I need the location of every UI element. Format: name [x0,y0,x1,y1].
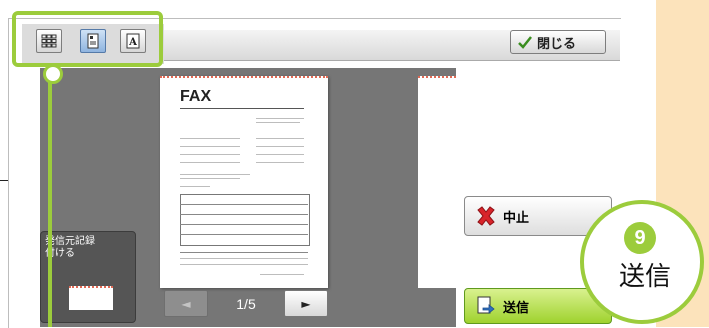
document-line [180,264,308,265]
document-line [180,214,308,215]
next-page-button[interactable]: ► [284,290,328,317]
document-table [180,194,310,246]
document-line [180,204,308,205]
document-line [180,162,240,163]
document-line [180,234,308,235]
document-line [256,138,304,139]
document-line [260,274,304,275]
page-navigation: ◄ 1/5 ► [160,290,330,320]
sender-record-thumbnail [69,286,113,310]
page-border-marker [160,76,328,78]
document-line [256,146,304,147]
document-line [180,174,250,175]
close-button[interactable]: 閉じる [510,30,606,54]
sender-record-label: 発信元記録 付ける [45,236,95,259]
step-label: 送信 [618,262,671,292]
prev-page-button[interactable]: ◄ [164,290,208,317]
triangle-right-icon: ► [301,296,311,311]
document-line [256,118,304,119]
check-icon [518,36,532,49]
step-number-badge: 9 [624,222,656,254]
send-label: 送信 [503,300,530,316]
send-doc-icon [477,296,495,314]
callout-pointer-line [48,82,52,327]
preview-page[interactable]: FAX [160,76,328,288]
callout-dot [43,64,63,84]
document-line [180,178,240,179]
document-line [180,138,240,139]
document-line [256,122,300,123]
document-rule [180,108,304,109]
document-line [180,146,240,147]
document-title: FAX [180,88,212,105]
sender-record-panel[interactable]: 発信元記録 付ける [40,231,136,323]
page-indicator: 1/5 [236,296,256,312]
triangle-left-icon: ◄ [181,296,191,311]
document-line [180,186,210,187]
document-line [180,252,308,253]
document-line [180,154,240,155]
document-line [256,162,304,163]
document-line [256,154,304,155]
preview-page-next[interactable] [418,76,456,288]
view-mode-highlight [12,11,163,67]
document-line [180,224,308,225]
close-label: 閉じる [537,36,577,52]
x-icon [477,206,495,226]
stop-label: 中止 [503,210,530,226]
document-line [180,258,308,259]
page-border-marker [418,76,456,78]
